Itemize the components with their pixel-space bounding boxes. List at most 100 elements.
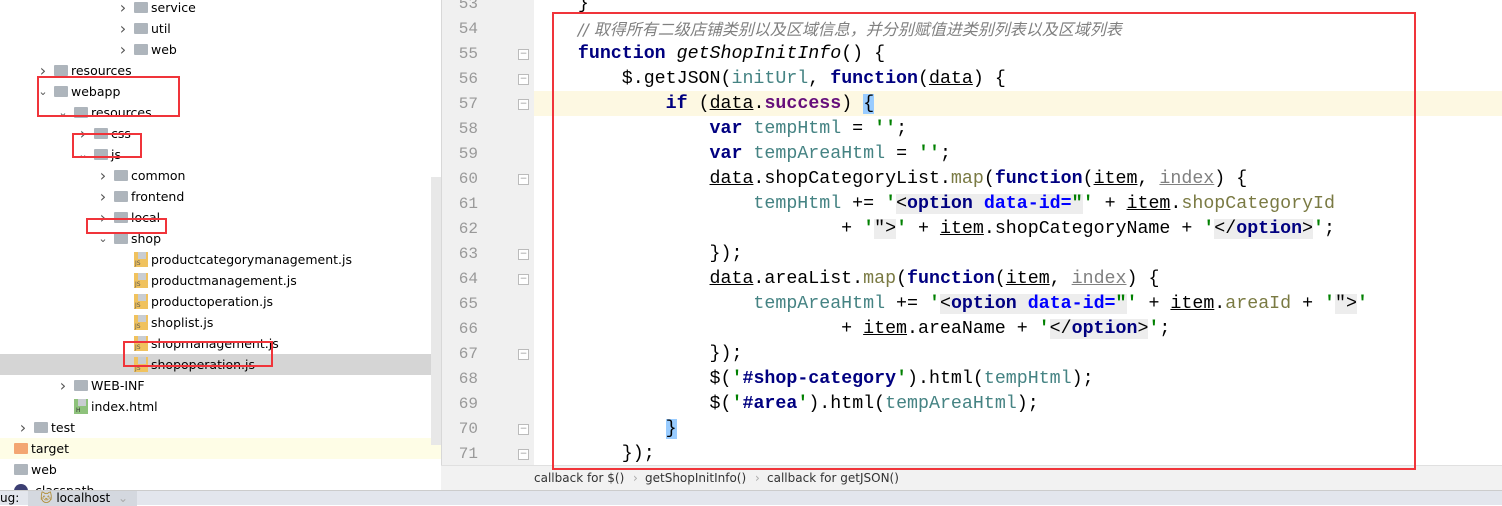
tree-item-label: productmanagement.js — [151, 273, 297, 288]
project-tree-scrollbar[interactable] — [431, 177, 441, 445]
code-line[interactable]: tempAreaHtml += '<option data-id="' + it… — [534, 292, 1368, 317]
code-token: . — [753, 94, 765, 114]
fold-marker-icon[interactable]: − — [518, 424, 529, 435]
tree-item[interactable]: Hindex.html — [0, 396, 431, 417]
tree-item-label: .classpath — [31, 480, 94, 490]
tree-item-label: css — [111, 126, 131, 141]
chevron-right-icon[interactable]: › — [97, 165, 109, 186]
tree-item[interactable]: target — [0, 438, 441, 459]
tab-close-icon[interactable]: ⌄ — [118, 491, 128, 505]
tree-item[interactable]: ⌄ webapp — [0, 81, 431, 102]
tree-item[interactable]: › service — [0, 0, 431, 18]
chevron-right-icon[interactable]: › — [97, 207, 109, 228]
tree-item[interactable]: JS productmanagement.js — [0, 270, 431, 291]
code-line[interactable]: data.shopCategoryList.map(function(item,… — [534, 167, 1248, 192]
code-line[interactable]: data.areaList.map(function(item, index) … — [534, 267, 1160, 292]
code-line[interactable]: function getShopInitInfo() { — [534, 42, 885, 67]
code-token: + — [1137, 294, 1171, 314]
code-line[interactable]: + item.areaName + '</option>'; — [534, 317, 1170, 342]
folder-icon — [74, 107, 88, 118]
code-token: var — [709, 119, 743, 139]
code-line[interactable]: }); — [534, 342, 743, 367]
code-editor[interactable]: 53 54 55 − 56 − 57 − 58 59 60 − 61 62 63 − 64 − 65 66 67 − 68 6… — [441, 0, 1502, 465]
tree-item[interactable]: ⌄ resources — [0, 102, 431, 123]
tree-item[interactable]: JS productoperation.js — [0, 291, 431, 312]
tab-localhost[interactable]: 🐱 localhost ⌄ — [28, 491, 137, 506]
code-line[interactable]: // 取得所有二级店铺类别以及区域信息，并分别赋值进类别列表以及区域列表 — [534, 17, 1122, 42]
chevron-down-icon[interactable]: ⌄ — [57, 102, 69, 123]
tree-item[interactable]: › css — [0, 123, 431, 144]
tree-item[interactable]: ⌄ js — [0, 144, 431, 165]
tree-item[interactable]: › frontend — [0, 186, 431, 207]
code-token: option — [950, 294, 1017, 314]
code-token: </ — [1214, 219, 1237, 239]
code-line[interactable]: tempHtml += '<option data-id="' + item.s… — [534, 192, 1335, 217]
chevron-right-icon[interactable]: › — [77, 123, 89, 144]
fold-marker-icon[interactable]: − — [518, 349, 529, 360]
tree-item[interactable]: JS shoplist.js — [0, 312, 431, 333]
tree-item[interactable]: JS productcategorymanagement.js — [0, 249, 431, 270]
code-line[interactable]: var tempAreaHtml = ''; — [534, 142, 951, 167]
project-tree: › service › util › web › resources ⌄ webapp ⌄ resou… — [0, 0, 441, 490]
fold-marker-icon[interactable]: − — [518, 249, 529, 260]
tree-item[interactable]: .classpath — [0, 480, 431, 490]
code-line[interactable]: $('#shop-category').html(tempHtml); — [534, 367, 1094, 392]
code-token: tempAreaHtml — [885, 394, 1017, 414]
code-line[interactable]: if (data.success) { — [534, 92, 875, 117]
chevron-right-icon[interactable]: › — [57, 375, 69, 396]
chevron-right-icon[interactable]: › — [97, 186, 109, 207]
code-line[interactable]: } — [534, 417, 677, 442]
code-line[interactable]: $('#area').html(tempAreaHtml); — [534, 392, 1039, 417]
code-line[interactable]: $.getJSON(initUrl, function(data) { — [534, 67, 1006, 92]
breadcrumb-item[interactable]: callback for $() — [534, 466, 624, 491]
chevron-down-icon[interactable]: ⌄ — [97, 228, 109, 249]
fold-marker-icon[interactable]: − — [518, 74, 529, 85]
tree-item[interactable]: JS shopoperation.js — [0, 354, 441, 375]
fold-marker-icon[interactable]: − — [518, 99, 529, 110]
tree-item[interactable]: › resources — [0, 60, 431, 81]
code-token: ' — [863, 219, 875, 239]
chevron-right-icon[interactable]: › — [117, 39, 129, 60]
code-token: ' — [1203, 219, 1215, 239]
chevron-right-icon[interactable]: › — [117, 0, 129, 18]
code-token: ; — [1324, 219, 1335, 239]
code-token: item — [939, 219, 984, 239]
breadcrumb-item[interactable]: callback for getJSON() — [767, 466, 899, 491]
chevron-down-icon[interactable]: ⌄ — [77, 144, 89, 165]
tree-item[interactable]: › common — [0, 165, 431, 186]
folder-icon — [74, 380, 88, 391]
fold-marker-icon[interactable]: − — [518, 174, 529, 185]
fold-marker-icon[interactable]: − — [518, 49, 529, 60]
tree-item[interactable]: › web — [0, 39, 431, 60]
fold-marker-icon[interactable]: − — [518, 449, 529, 460]
tab-label: localhost — [56, 491, 111, 505]
breadcrumb-item[interactable]: getShopInitInfo() — [645, 466, 746, 491]
tree-item[interactable]: › local — [0, 207, 431, 228]
tree-item[interactable]: JS shopmanagement.js — [0, 333, 431, 354]
tree-item[interactable]: › WEB-INF — [0, 375, 431, 396]
fold-marker-icon[interactable]: − — [518, 274, 529, 285]
tree-item[interactable]: ⌄ shop — [0, 228, 431, 249]
code-line[interactable]: + '">' + item.shopCategoryName + '</opti… — [534, 217, 1335, 242]
code-token: ( — [918, 69, 929, 89]
tree-item[interactable]: › util — [0, 18, 431, 39]
js-file-icon: JS — [134, 273, 148, 288]
code-token: map — [863, 269, 897, 289]
folder-icon — [134, 2, 148, 13]
js-file-icon: JS — [134, 252, 148, 267]
tree-item[interactable]: › test — [0, 417, 431, 438]
chevron-right-icon[interactable]: › — [17, 417, 29, 438]
chevron-right-icon[interactable]: › — [37, 60, 49, 81]
code-token: success — [764, 94, 842, 114]
code-token: option — [1071, 319, 1138, 339]
code-line[interactable]: var tempHtml = ''; — [534, 117, 908, 142]
code-line[interactable]: } — [534, 0, 589, 17]
code-token: ' — [896, 369, 908, 389]
code-line[interactable]: }); — [534, 442, 655, 465]
code-line[interactable]: }); — [534, 242, 743, 267]
chevron-right-icon[interactable]: › — [117, 18, 129, 39]
tree-item[interactable]: web — [0, 459, 431, 480]
line-number: 68 — [458, 370, 478, 388]
chevron-down-icon[interactable]: ⌄ — [37, 81, 49, 102]
tomcat-icon: 🐱 — [40, 491, 57, 505]
